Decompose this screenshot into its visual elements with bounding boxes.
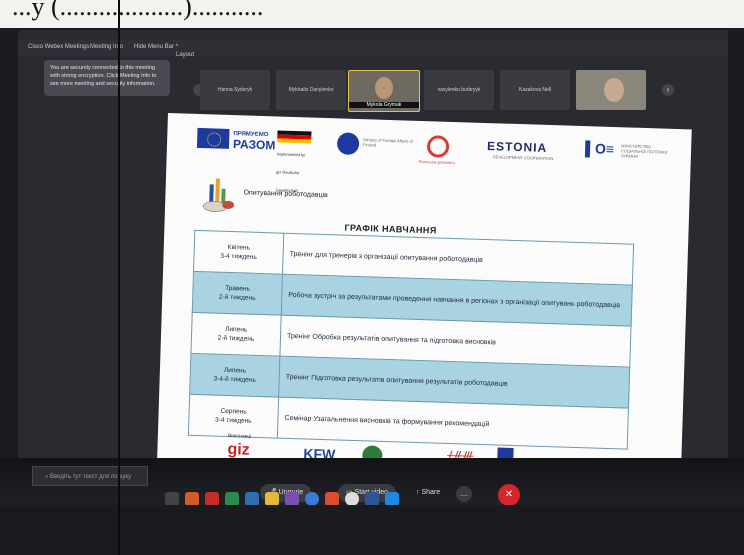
participant-name: Hanna Sydoryk [217, 87, 253, 93]
security-notice: You are securely connected to this meeti… [44, 60, 170, 96]
polish-aid-text: Польська допомога [418, 158, 455, 166]
schedule-date: Липень 2-й тиждень [190, 312, 282, 357]
task-view-icon[interactable] [165, 492, 179, 506]
participant-tile[interactable]: Kazakova Nell [500, 70, 570, 110]
eu-flag-logo [196, 127, 230, 149]
next-participants-button[interactable]: › [662, 84, 674, 96]
razom-main-text: РАЗОМ [232, 137, 276, 153]
polish-aid-logo [426, 135, 450, 158]
vertical-line [118, 0, 120, 555]
participant-face [604, 78, 624, 102]
participant-name: Mykola Grymak [349, 102, 419, 108]
participant-video-tile[interactable] [576, 70, 646, 110]
app-icon[interactable] [285, 492, 299, 506]
app-icon[interactable] [365, 492, 379, 506]
participant-tile[interactable]: vasylenko.burbryyk [424, 70, 494, 110]
survey-title: Опитування роботодавців [243, 189, 328, 200]
participant-strip: Hanna Sydoryk Mykhailo Danylenko Mykola … [200, 70, 680, 112]
app-icon[interactable] [245, 492, 259, 506]
file-explorer-icon[interactable] [265, 492, 279, 506]
training-schedule-table: Квітень 3-4 тиждень Тренінг для тренерів … [188, 230, 634, 450]
giz-logo: giz [227, 441, 250, 459]
participant-name: vasylenko.burbryyk [437, 87, 481, 93]
webex-title-bar: Cisco Webex Meetings Meeting Info Hide M… [18, 40, 728, 58]
top-strip-text: ...y (...................)........... [12, 0, 264, 21]
laptop-bezel [0, 505, 744, 555]
app-title: Cisco Webex Meetings [28, 44, 90, 50]
chrome-icon[interactable] [345, 492, 359, 506]
participant-name: Kazakova Nell [519, 87, 551, 93]
taskbar-search-input[interactable]: ⌕ Введіть тут текст для пошуку [32, 466, 148, 486]
schedule-date: Серпень 3-4 тиждень [188, 394, 279, 439]
app-icon[interactable] [325, 492, 339, 506]
finland-logo-text: Ministry of Foreign Affairs of Finland [363, 137, 413, 148]
schedule-date: Травень 2-й тиждень [192, 271, 283, 316]
germany-logo-text: Implemented by giz Deutsche Gesellschaft [275, 151, 306, 194]
app-icon[interactable] [225, 492, 239, 506]
schedule-title: ГРАФІК НАВЧАННЯ [344, 222, 437, 236]
estonia-logo: ESTONIA [486, 139, 548, 155]
layout-button[interactable]: Layout [176, 52, 194, 58]
share-label: Share [421, 489, 441, 496]
sponsors-label: Виконавці [227, 433, 252, 440]
finland-ministry-logo [336, 132, 360, 156]
end-meeting-button[interactable]: ✕ [498, 484, 520, 506]
razom-logo: ПРЯМУЄМО РАЗОМ [232, 129, 276, 153]
schedule-date: Квітень 3-4 тиждень [193, 230, 284, 275]
participant-face [375, 77, 393, 99]
top-page-strip: ...y (...................)........... [0, 0, 744, 28]
partner-logos: ПРЯМУЄМО РАЗОМ Implemented by giz Deutsc… [196, 127, 668, 193]
app-icon[interactable] [185, 492, 199, 506]
estonia-sub-text: DEVELOPMENT COOPERATION [492, 154, 554, 162]
schedule-date: Липень 3-4-й тиждень [189, 353, 280, 398]
survey-chart-icon [202, 178, 235, 212]
germany-logo: Implemented by giz Deutsche Gesellschaft [276, 130, 312, 193]
participant-tile[interactable]: Hanna Sydoryk [200, 70, 270, 110]
shared-slide: ПРЯМУЄМО РАЗОМ Implemented by giz Deutsc… [156, 113, 692, 502]
hide-menu-bar[interactable]: Hide Menu Bar ^ [134, 44, 179, 50]
browser-icon[interactable] [305, 492, 319, 506]
more-options-button[interactable]: ... [456, 486, 472, 502]
share-button[interactable]: ↑ Share [408, 484, 448, 502]
app-icon[interactable] [205, 492, 219, 506]
app-icon[interactable] [385, 492, 399, 506]
ministry-text: МІНІСТЕРСТВО СОЦІАЛЬНОЇ ПОЛІТИКИ УКРАЇНИ [620, 143, 668, 159]
participant-name: Mykhailo Danylenko [288, 87, 334, 93]
participant-video-tile[interactable]: Mykola Grymak [348, 70, 420, 112]
ministry-social-policy-logo: ▌O≡ [584, 140, 615, 158]
participant-tile[interactable]: Mykhailo Danylenko [276, 70, 346, 110]
